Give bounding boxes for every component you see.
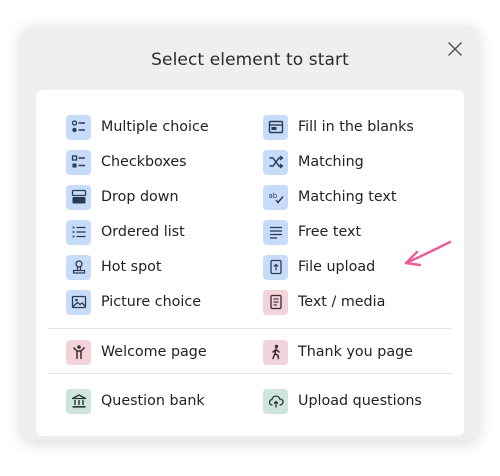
pink-arrow-icon	[404, 240, 452, 267]
element-hot-spot[interactable]: Hot spot	[66, 254, 162, 280]
svg-text:ab: ab	[268, 192, 277, 200]
welcome-person-icon	[66, 339, 91, 365]
element-label: File upload	[298, 259, 376, 275]
text-media-icon	[263, 289, 288, 315]
element-label: Question bank	[101, 393, 205, 409]
cloud-upload-icon	[263, 388, 288, 414]
element-free-text[interactable]: Free text	[263, 219, 361, 245]
text-lines-icon	[263, 219, 288, 245]
shuffle-icon	[263, 149, 288, 175]
walking-person-icon	[263, 339, 288, 365]
close-button[interactable]	[444, 38, 466, 60]
bank-building-icon	[66, 388, 91, 414]
element-thank-you-page[interactable]: Thank you page	[263, 339, 413, 365]
divider	[48, 328, 452, 329]
element-question-bank[interactable]: Question bank	[66, 388, 205, 414]
ordered-list-icon	[66, 219, 91, 245]
element-picture-choice[interactable]: Picture choice	[66, 289, 201, 315]
element-drop-down[interactable]: Drop down	[66, 184, 179, 210]
element-ordered-list[interactable]: Ordered list	[66, 219, 185, 245]
element-label: Matching	[298, 154, 364, 170]
multiple-choice-icon	[66, 114, 91, 140]
element-label: Fill in the blanks	[298, 119, 414, 135]
element-matching[interactable]: Matching	[263, 149, 364, 175]
element-fill-in-the-blanks[interactable]: Fill in the blanks	[263, 114, 414, 140]
element-label: Welcome page	[101, 344, 207, 360]
hotspot-pin-icon	[66, 254, 91, 280]
select-element-dialog: Select element to start Multiple choice …	[22, 26, 478, 440]
element-label: Multiple choice	[101, 119, 209, 135]
element-checkboxes[interactable]: Checkboxes	[66, 149, 187, 175]
element-matching-text[interactable]: ab Matching text	[263, 184, 397, 210]
file-upload-icon	[263, 254, 288, 280]
element-text-media[interactable]: Text / media	[263, 289, 385, 315]
element-label: Ordered list	[101, 224, 185, 240]
element-label: Matching text	[298, 189, 397, 205]
checkboxes-icon	[66, 149, 91, 175]
element-label: Text / media	[298, 294, 386, 310]
fill-blanks-icon	[263, 114, 288, 140]
element-label: Picture choice	[101, 294, 202, 310]
element-file-upload[interactable]: File upload	[263, 254, 375, 280]
element-label: Drop down	[101, 189, 179, 205]
close-icon	[448, 42, 462, 56]
spellcheck-icon: ab	[263, 184, 288, 210]
element-label: Free text	[298, 224, 362, 240]
element-label: Checkboxes	[101, 154, 187, 170]
element-multiple-choice[interactable]: Multiple choice	[66, 114, 209, 140]
element-welcome-page[interactable]: Welcome page	[66, 339, 207, 365]
element-label: Hot spot	[101, 259, 162, 275]
dropdown-icon	[66, 184, 91, 210]
element-label: Upload questions	[298, 393, 422, 409]
element-label: Thank you page	[298, 344, 413, 360]
element-upload-questions[interactable]: Upload questions	[263, 388, 422, 414]
picture-icon	[66, 289, 91, 315]
dialog-title: Select element to start	[151, 50, 349, 70]
divider	[48, 373, 452, 374]
